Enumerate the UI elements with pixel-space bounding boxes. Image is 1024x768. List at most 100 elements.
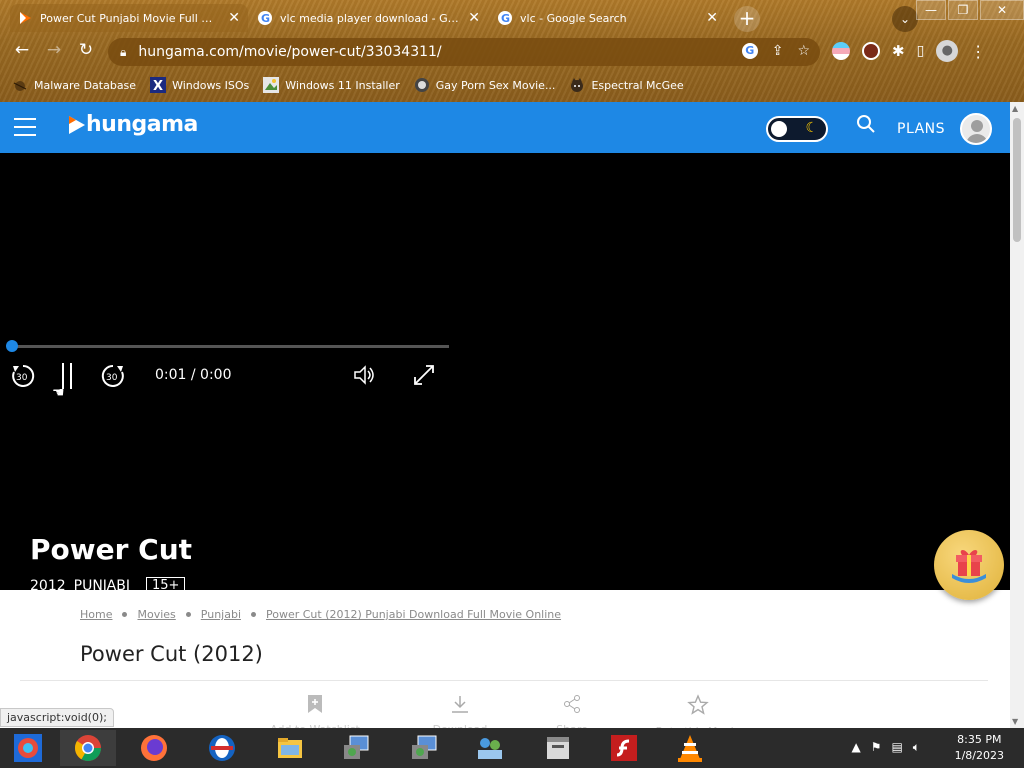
- setup-taskbar-icon[interactable]: [328, 730, 384, 766]
- bookmark-star-icon[interactable]: ☆: [797, 43, 810, 59]
- rewind-30-label: 30: [16, 373, 28, 383]
- network-icon[interactable]: ▤: [891, 740, 902, 755]
- flash-player-taskbar-icon[interactable]: [596, 730, 652, 766]
- time-display: 0:01 / 0:00: [155, 367, 232, 383]
- close-window-button[interactable]: ✕: [980, 0, 1024, 20]
- opera-taskbar-icon[interactable]: [194, 730, 250, 766]
- svg-text:G: G: [501, 12, 510, 25]
- breadcrumb-separator: [122, 612, 128, 617]
- chromium-taskbar-icon[interactable]: [0, 730, 56, 766]
- back-arrow-icon[interactable]: ←: [10, 40, 34, 60]
- fullscreen-icon[interactable]: [412, 363, 436, 391]
- archive-taskbar-icon[interactable]: [530, 730, 586, 766]
- forward-arrow-icon[interactable]: →: [42, 40, 66, 60]
- tab-title: Power Cut Punjabi Movie Full Download: [40, 11, 220, 25]
- close-tab-icon[interactable]: ✕: [706, 10, 718, 26]
- bookmark-windows-11-installer[interactable]: Windows 11 Installer: [263, 77, 400, 93]
- dark-mode-toggle[interactable]: ☾: [766, 116, 828, 142]
- seek-handle[interactable]: [6, 340, 18, 352]
- avatar-extension-icon[interactable]: [862, 42, 880, 60]
- star-icon: [687, 694, 709, 715]
- bookmark-gay-porn-sex-movie[interactable]: Gay Porn Sex Movie...: [414, 77, 555, 93]
- search-icon[interactable]: [856, 114, 876, 138]
- breadcrumb-separator: [185, 612, 191, 617]
- tab-title: vlc media player download - Google: [280, 11, 461, 25]
- file-explorer-taskbar-icon[interactable]: [262, 730, 318, 766]
- breadcrumb-movies[interactable]: Movies: [137, 608, 175, 621]
- action-bar: Add to Watchlist Download Share Rate thi…: [0, 694, 1010, 738]
- gift-offer-button[interactable]: [934, 530, 1004, 600]
- new-tab-button[interactable]: +: [734, 6, 760, 32]
- page-scrollbar[interactable]: ▲ ▼: [1010, 102, 1024, 728]
- breadcrumb-current[interactable]: Power Cut (2012) Punjabi Download Full M…: [266, 608, 561, 621]
- plans-link[interactable]: PLANS: [897, 121, 945, 137]
- breadcrumb: Home Movies Punjabi Power Cut (2012) Pun…: [80, 608, 561, 621]
- more-menu-icon[interactable]: ⋮: [970, 42, 986, 61]
- share-icon: [564, 695, 580, 713]
- side-panel-icon[interactable]: ▯: [917, 43, 925, 59]
- breadcrumb-home[interactable]: Home: [80, 608, 112, 621]
- hungama-play-logo-icon: [69, 115, 85, 134]
- bookmark-espectral-mcgee[interactable]: Espectral McGee: [569, 77, 684, 93]
- video-player[interactable]: 30 ☚ 30 0:01 / 0:00 Power Cut 2012 PUNJA…: [0, 153, 1010, 594]
- svg-text:G: G: [261, 12, 270, 25]
- breadcrumb-separator: [251, 612, 256, 617]
- google-lens-icon[interactable]: G: [741, 43, 758, 59]
- close-tab-icon[interactable]: ✕: [228, 10, 240, 26]
- tab-vlc-download[interactable]: G vlc media player download - Google ✕: [250, 4, 488, 32]
- navigation-bar: ← → ↻ 🔒︎ hungama.com/movie/power-cut/330…: [0, 36, 1024, 68]
- google-favicon-icon: G: [498, 11, 512, 25]
- volume-icon[interactable]: [352, 363, 376, 391]
- page-content: Home Movies Punjabi Power Cut (2012) Pun…: [0, 590, 1010, 738]
- bookmark-label: Windows ISOs: [172, 78, 250, 92]
- bookmark-windows-isos[interactable]: X Windows ISOs: [150, 77, 250, 94]
- hamburger-menu-icon[interactable]: [14, 118, 36, 136]
- scroll-up-arrow-icon[interactable]: ▲: [1012, 104, 1018, 113]
- action-center-flag-icon[interactable]: ⚑: [871, 740, 882, 755]
- bookmarks-bar: Malware Database X Windows ISOs Windows …: [0, 72, 1024, 98]
- minimize-button[interactable]: —: [916, 0, 946, 20]
- svg-text:X: X: [153, 79, 163, 93]
- restore-button[interactable]: ❐: [948, 0, 978, 20]
- clock-date: 1/8/2023: [954, 749, 1004, 762]
- window-controls: — ❐ ✕: [914, 0, 1024, 20]
- chrome-taskbar-icon[interactable]: [60, 730, 116, 766]
- image-icon: [263, 77, 280, 93]
- scrollbar-thumb[interactable]: [1013, 118, 1021, 242]
- bookmark-malware-database[interactable]: Malware Database: [12, 77, 136, 93]
- seek-bar[interactable]: [6, 340, 449, 352]
- flag-extension-icon[interactable]: [832, 42, 850, 60]
- volume-tray-icon[interactable]: 🔈︎: [913, 740, 920, 755]
- scroll-down-arrow-icon[interactable]: ▼: [1012, 717, 1018, 726]
- tab-power-cut[interactable]: Power Cut Punjabi Movie Full Download ✕: [10, 4, 248, 32]
- extensions-puzzle-icon[interactable]: ✱: [892, 42, 905, 60]
- network-users-taskbar-icon[interactable]: [462, 730, 518, 766]
- download-icon: [452, 696, 468, 713]
- profile-avatar-icon[interactable]: ●: [936, 40, 959, 62]
- address-bar[interactable]: 🔒︎ hungama.com/movie/power-cut/33034311/…: [108, 38, 820, 66]
- vlc-taskbar-icon[interactable]: [662, 730, 718, 766]
- windows-taskbar: ▲ ⚑ ▤ 🔈︎ 8:35 PM 1/8/2023: [0, 728, 1024, 768]
- link-status-bubble: javascript:void(0);: [0, 708, 114, 727]
- tab-vlc-search[interactable]: G vlc - Google Search ✕: [490, 4, 726, 32]
- page-title: Power Cut (2012): [80, 642, 263, 666]
- bookmark-add-icon: [308, 695, 322, 713]
- lock-icon[interactable]: 🔒︎: [120, 45, 126, 60]
- forward-30-button[interactable]: 30: [100, 363, 126, 389]
- url-text[interactable]: hungama.com/movie/power-cut/33034311/: [138, 44, 441, 60]
- reload-icon[interactable]: ↻: [74, 40, 98, 60]
- rewind-30-button[interactable]: 30: [10, 363, 36, 389]
- close-tab-icon[interactable]: ✕: [468, 10, 480, 26]
- share-page-icon[interactable]: ⇪: [772, 43, 784, 59]
- setup-2-taskbar-icon[interactable]: [396, 730, 452, 766]
- tab-title: vlc - Google Search: [520, 11, 627, 25]
- user-avatar-icon[interactable]: [960, 113, 992, 145]
- breadcrumb-punjabi[interactable]: Punjabi: [201, 608, 241, 621]
- show-hidden-icons-icon[interactable]: ▲: [851, 740, 860, 755]
- firefox-taskbar-icon[interactable]: [126, 730, 182, 766]
- forward-30-label: 30: [106, 373, 118, 383]
- toggle-knob: [771, 121, 787, 137]
- globe-icon: [414, 77, 430, 93]
- taskbar-clock[interactable]: 8:35 PM 1/8/2023: [955, 732, 1004, 764]
- hungama-logo[interactable]: hungama: [68, 112, 198, 137]
